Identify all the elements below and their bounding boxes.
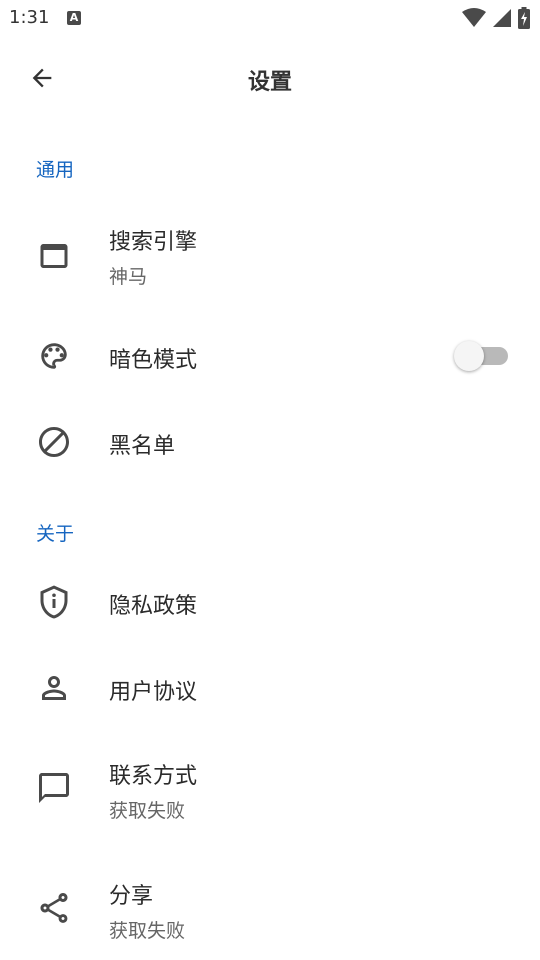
setting-title: 联系方式 — [109, 764, 198, 789]
share-icon — [36, 890, 72, 926]
browser-window-icon — [36, 238, 72, 274]
setting-search-engine[interactable]: 搜索引擎 神马 — [0, 200, 540, 312]
dark-mode-toggle[interactable] — [454, 340, 510, 372]
cell-signal-icon — [493, 9, 511, 27]
block-icon — [36, 424, 72, 460]
setting-contact[interactable]: 联系方式 获取失败 — [0, 732, 540, 848]
setting-subtitle: 获取失败 — [109, 920, 186, 942]
wifi-icon — [462, 8, 486, 27]
setting-dark-mode[interactable]: 暗色模式 — [0, 312, 540, 400]
section-header-general: 通用 — [36, 159, 75, 181]
battery-charging-icon — [518, 7, 530, 29]
status-bar: 1:31 A — [0, 0, 540, 36]
setting-title: 分享 — [109, 884, 154, 909]
shield-info-icon — [36, 584, 72, 620]
setting-title: 黑名单 — [109, 434, 176, 459]
setting-share[interactable]: 分享 获取失败 — [0, 848, 540, 960]
person-icon — [36, 670, 72, 706]
notification-app-icon: A — [67, 11, 81, 25]
page-title: 设置 — [247, 70, 292, 95]
palette-icon — [36, 338, 72, 374]
status-time: 1:31 — [9, 7, 50, 28]
setting-blacklist[interactable]: 黑名单 — [0, 400, 540, 486]
app-bar: 设置 — [0, 36, 540, 120]
setting-privacy-policy[interactable]: 隐私政策 — [0, 560, 540, 646]
setting-title: 搜索引擎 — [109, 230, 198, 255]
setting-title: 用户协议 — [109, 680, 198, 705]
chat-bubble-icon — [36, 770, 72, 806]
section-header-about: 关于 — [36, 523, 75, 545]
setting-user-agreement[interactable]: 用户协议 — [0, 646, 540, 732]
toggle-thumb — [454, 341, 484, 371]
setting-title: 隐私政策 — [109, 594, 198, 619]
status-icons — [462, 7, 530, 29]
setting-subtitle: 神马 — [109, 266, 148, 288]
setting-subtitle: 获取失败 — [109, 800, 186, 822]
setting-title: 暗色模式 — [109, 348, 198, 373]
